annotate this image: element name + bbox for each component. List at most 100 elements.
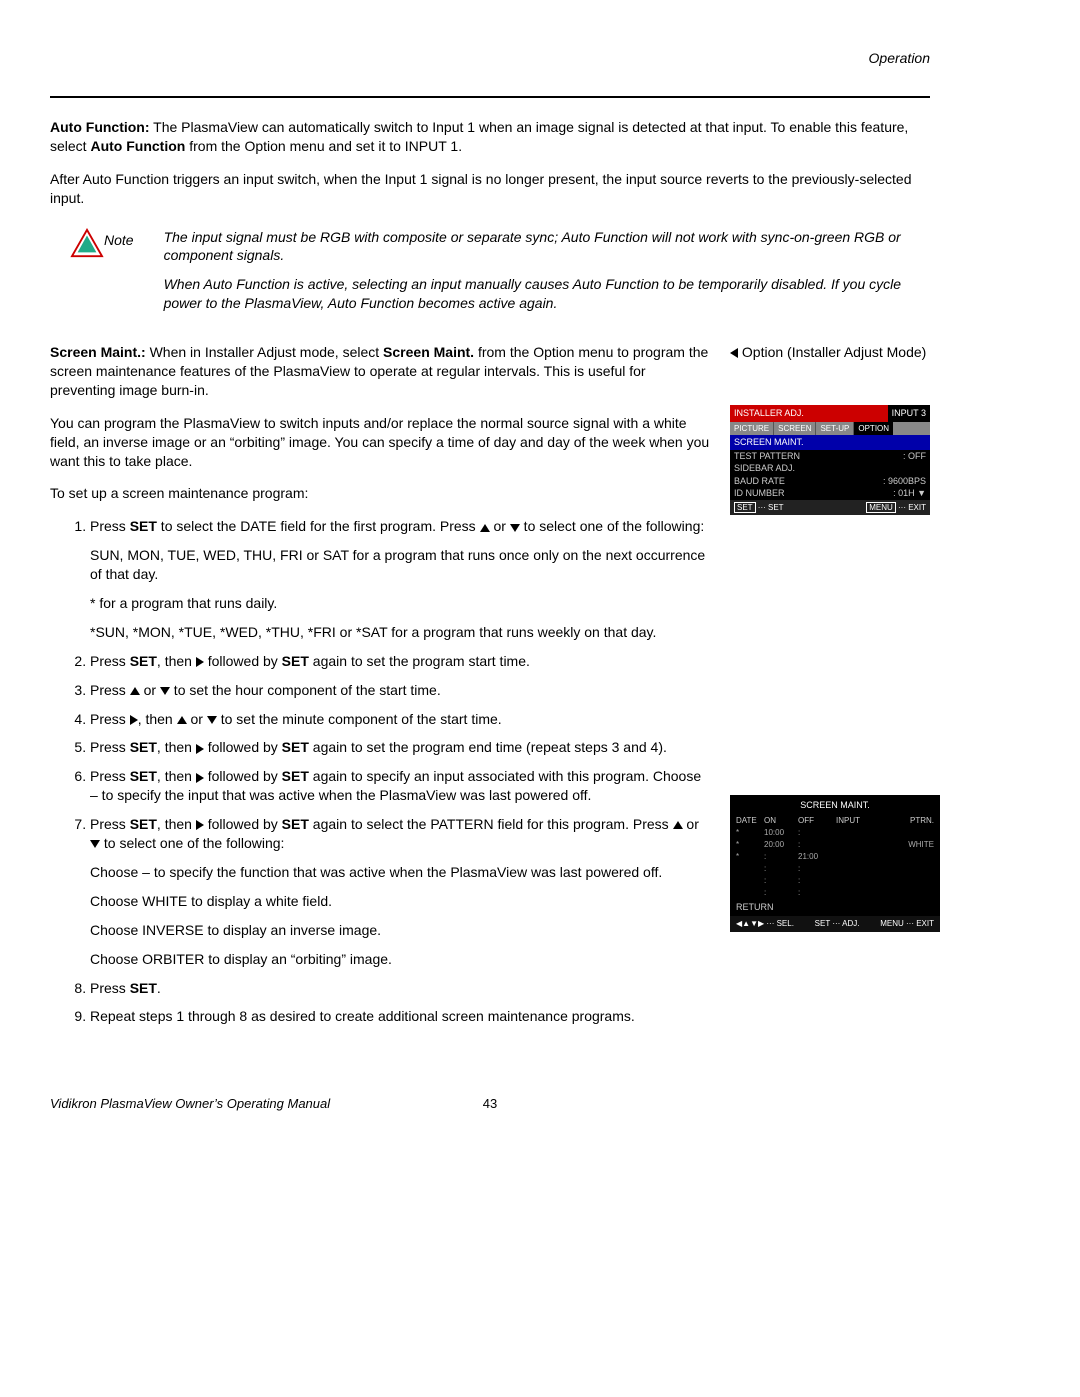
text: Press xyxy=(90,653,130,669)
down-arrow-icon xyxy=(160,687,170,695)
step-7-sub1: Choose – to specify the function that wa… xyxy=(90,863,710,882)
text: ··· SET xyxy=(758,503,784,512)
step-3: Press or to set the hour component of th… xyxy=(90,681,710,700)
set-key: SET xyxy=(130,653,157,669)
paragraph-autofunc-1: Auto Function: The PlasmaView can automa… xyxy=(50,118,930,156)
step-2: Press SET, then followed by SET again to… xyxy=(90,652,710,671)
text: Press xyxy=(90,682,130,698)
text: , then xyxy=(157,768,196,784)
text: . xyxy=(157,980,161,996)
osd2-header-row: DATE ON OFF INPUT PTRN. xyxy=(730,815,940,827)
osd-tab-option: OPTION xyxy=(854,422,893,435)
step-7-sub2: Choose WHITE to display a white field. xyxy=(90,892,710,911)
text: Option (Installer Adjust Mode) xyxy=(742,344,926,360)
note-label: Note xyxy=(104,228,134,248)
right-col-heading: Option (Installer Adjust Mode) xyxy=(730,343,930,361)
divider xyxy=(50,96,930,98)
text: SIDEBAR ADJ. xyxy=(734,462,795,475)
osd2-row: :: xyxy=(730,875,940,887)
osd-input-badge: INPUT 3 xyxy=(888,405,930,422)
text: BAUD RATE xyxy=(734,475,785,488)
text: to set the minute component of the start… xyxy=(217,711,502,727)
text: TEST PATTERN xyxy=(734,450,800,463)
osd-title: INSTALLER ADJ. xyxy=(730,405,888,422)
text: , then xyxy=(157,653,196,669)
text: Press xyxy=(90,711,130,727)
right-arrow-icon xyxy=(196,773,204,783)
label-screenmaint: Screen Maint.: xyxy=(50,344,146,360)
col-on: ON xyxy=(764,815,794,827)
warning-icon xyxy=(70,228,104,258)
note-text: The input signal must be RGB with compos… xyxy=(164,228,930,324)
paragraph-autofunc-2: After Auto Function triggers an input sw… xyxy=(50,170,930,208)
footer-title: Vidikron PlasmaView Owner’s Operating Ma… xyxy=(50,1096,450,1111)
step-7-sub3: Choose INVERSE to display an inverse ima… xyxy=(90,921,710,940)
text: again to select the PATTERN field for th… xyxy=(309,816,673,832)
down-arrow-icon xyxy=(90,840,100,848)
set-key: SET xyxy=(130,518,157,534)
label-autofunc: Auto Function: xyxy=(50,119,150,135)
text: followed by xyxy=(204,768,282,784)
section-header: Operation xyxy=(50,50,930,66)
step-1-sub3: *SUN, *MON, *TUE, *WED, *THU, *FRI or *S… xyxy=(90,623,710,642)
osd-menu-installer-adj: INSTALLER ADJ. INPUT 3 PICTURE SCREEN SE… xyxy=(730,405,930,515)
set-key: SET xyxy=(282,768,309,784)
osd2-row: :: xyxy=(730,863,940,875)
col-ptrn: PTRN. xyxy=(880,815,934,827)
col-off: OFF xyxy=(798,815,832,827)
up-arrow-icon xyxy=(673,821,683,829)
osd2-row: *:21:00 xyxy=(730,851,940,863)
osd-item: BAUD RATE: 9600BPS xyxy=(730,475,930,488)
bold-autofunc: Auto Function xyxy=(90,138,185,154)
osd-footer: SET ··· SET MENU ··· EXIT xyxy=(730,500,930,515)
osd-tab-setup: SET-UP xyxy=(816,422,854,435)
osd-tab-picture: PICTURE xyxy=(730,422,774,435)
text: or xyxy=(187,711,207,727)
osd-item: ID NUMBER: 01H ▼ xyxy=(730,487,930,500)
text: to select one of the following: xyxy=(100,835,284,851)
text: Press xyxy=(90,518,130,534)
steps-list: Press SET to select the DATE field for t… xyxy=(50,517,710,1026)
text: Press xyxy=(90,816,130,832)
paragraph-screenmaint-2: You can program the PlasmaView to switch… xyxy=(50,414,710,471)
text: followed by xyxy=(204,739,282,755)
text: or xyxy=(683,816,699,832)
set-key: SET xyxy=(282,816,309,832)
bold-screenmaint: Screen Maint. xyxy=(383,344,474,360)
text: to set the hour component of the start t… xyxy=(170,682,441,698)
paragraph-screenmaint-3: To set up a screen maintenance program: xyxy=(50,484,710,503)
text: ··· EXIT xyxy=(906,919,934,928)
text: , then xyxy=(157,739,196,755)
text: ··· EXIT xyxy=(898,503,926,512)
text: Press xyxy=(90,980,130,996)
step-1-sub2: * for a program that runs daily. xyxy=(90,594,710,613)
down-arrow-icon xyxy=(510,524,520,532)
up-arrow-icon xyxy=(480,524,490,532)
text: ··· ADJ. xyxy=(832,919,859,928)
osd-menu-screen-maint: SCREEN MAINT. DATE ON OFF INPUT PTRN. *1… xyxy=(730,795,940,932)
note-p1: The input signal must be RGB with compos… xyxy=(164,228,930,266)
set-key: SET xyxy=(282,653,309,669)
osd2-row: :: xyxy=(730,887,940,899)
set-key: SET xyxy=(130,768,157,784)
step-1-sub1: SUN, MON, TUE, WED, THU, FRI or SAT for … xyxy=(90,546,710,584)
step-1: Press SET to select the DATE field for t… xyxy=(90,517,710,641)
value: : 01H ▼ xyxy=(893,487,926,500)
note-p2: When Auto Function is active, selecting … xyxy=(164,275,930,313)
note-block: Note The input signal must be RGB with c… xyxy=(70,228,930,324)
osd2-title: SCREEN MAINT. xyxy=(730,799,940,815)
left-arrow-icon xyxy=(730,348,738,358)
text: or xyxy=(490,518,510,534)
paragraph-screenmaint-1: Screen Maint.: When in Installer Adjust … xyxy=(50,343,710,400)
osd2-row: *20:00:WHITE xyxy=(730,839,940,851)
foot-sel: ◀▲▼▶ ··· SEL. xyxy=(736,918,794,930)
osd2-footer: ◀▲▼▶ ··· SEL. SET ··· ADJ. MENU ··· EXIT xyxy=(730,916,940,932)
set-key-box: SET xyxy=(815,919,830,928)
set-key: SET xyxy=(130,980,157,996)
text: to select the DATE field for the first p… xyxy=(157,518,480,534)
menu-key-box: MENU xyxy=(880,919,904,928)
step-4: Press , then or to set the minute compon… xyxy=(90,710,710,729)
set-key: SET xyxy=(282,739,309,755)
text: When in Installer Adjust mode, select xyxy=(146,344,383,360)
osd-item: TEST PATTERN: OFF xyxy=(730,450,930,463)
